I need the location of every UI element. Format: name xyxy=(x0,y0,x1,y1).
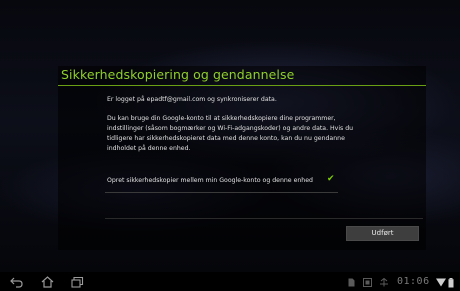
backup-dialog xyxy=(58,66,426,250)
clock: 01:06 xyxy=(397,276,430,287)
title-divider xyxy=(58,85,426,86)
backup-option-row[interactable]: Opret sikkerhedskopier mellem min Google… xyxy=(105,168,338,193)
file-icon xyxy=(348,278,355,287)
checkmark-icon[interactable]: ✔ xyxy=(327,174,335,184)
system-bar xyxy=(0,272,460,291)
wifi-icon xyxy=(436,278,446,287)
battery-icon xyxy=(448,278,454,288)
button-divider xyxy=(105,218,423,219)
dialog-title: Sikkerhedskopiering og gendannelse xyxy=(61,67,295,82)
done-button[interactable]: Udført xyxy=(346,226,419,241)
backup-option-label: Opret sikkerhedskopier mellem min Google… xyxy=(107,177,313,184)
back-icon[interactable] xyxy=(10,276,23,288)
recent-apps-icon[interactable] xyxy=(71,276,84,288)
backup-description-text: Du kan bruge din Google-konto til at sik… xyxy=(107,115,354,152)
screenshot-icon xyxy=(363,278,372,287)
home-icon[interactable] xyxy=(41,276,54,288)
account-info-text: Er logget på epadtf@gmail.com og synkron… xyxy=(107,96,277,103)
usb-icon xyxy=(380,278,388,287)
